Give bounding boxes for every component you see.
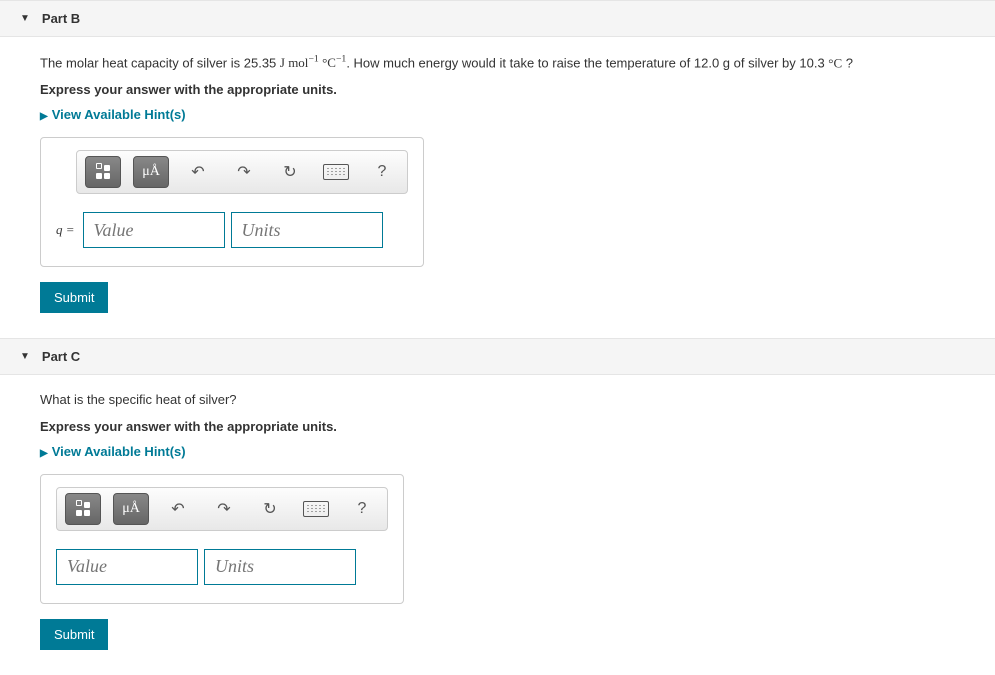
units-symbol: μÅ (142, 164, 160, 180)
keyboard-icon (323, 164, 349, 180)
collapse-triangle-icon: ▼ (20, 13, 30, 24)
unit-1: J mol−1 °C−1 (280, 55, 346, 70)
reset-button[interactable]: ↻ (273, 157, 307, 187)
keyboard-button[interactable] (319, 157, 353, 187)
units-symbol: μÅ (122, 501, 140, 517)
answer-box: μÅ ↶ ↷ ↻ ? q = (40, 137, 424, 267)
reset-icon: ↻ (263, 499, 276, 519)
part-body: What is the specific heat of silver? Exp… (0, 390, 995, 675)
units-input[interactable] (204, 549, 356, 585)
instruction: Express your answer with the appropriate… (40, 419, 975, 434)
view-hints-link[interactable]: ▶ View Available Hint(s) (40, 107, 186, 122)
undo-button[interactable]: ↶ (161, 494, 195, 524)
value-input[interactable] (56, 549, 198, 585)
undo-button[interactable]: ↶ (181, 157, 215, 187)
chevron-right-icon: ▶ (40, 448, 48, 459)
input-row (56, 549, 388, 585)
reset-button[interactable]: ↻ (253, 494, 287, 524)
answer-box: μÅ ↶ ↷ ↻ ? (40, 474, 404, 604)
chevron-right-icon: ▶ (40, 111, 48, 122)
hints-label: View Available Hint(s) (52, 107, 186, 122)
template-icon (96, 165, 110, 179)
formula-toolbar: μÅ ↶ ↷ ↻ ? (56, 487, 388, 531)
part-title: Part C (42, 349, 80, 364)
part-header[interactable]: ▼ Part C (0, 338, 995, 375)
answer-prefix: q = (56, 222, 75, 238)
question-text: The molar heat capacity of silver is 25.… (40, 52, 975, 74)
redo-icon: ↷ (237, 162, 250, 182)
input-row: q = (56, 212, 408, 248)
redo-icon: ↷ (217, 499, 230, 519)
undo-icon: ↶ (191, 162, 204, 182)
submit-button[interactable]: Submit (40, 282, 108, 313)
template-button[interactable] (85, 156, 121, 188)
redo-button[interactable]: ↷ (227, 157, 261, 187)
units-input[interactable] (231, 212, 383, 248)
undo-icon: ↶ (171, 499, 184, 519)
hints-label: View Available Hint(s) (52, 444, 186, 459)
reset-icon: ↻ (283, 162, 296, 182)
value-input[interactable] (83, 212, 225, 248)
view-hints-link[interactable]: ▶ View Available Hint(s) (40, 444, 186, 459)
help-icon: ? (358, 500, 367, 518)
unit-2: °C (828, 55, 842, 70)
keyboard-button[interactable] (299, 494, 333, 524)
part-title: Part B (42, 11, 80, 26)
instruction: Express your answer with the appropriate… (40, 82, 975, 97)
question-text: What is the specific heat of silver? (40, 390, 975, 411)
keyboard-icon (303, 501, 329, 517)
units-picker-button[interactable]: μÅ (133, 156, 169, 188)
q-end: ? (842, 55, 853, 70)
redo-button[interactable]: ↷ (207, 494, 241, 524)
formula-toolbar: μÅ ↶ ↷ ↻ ? (76, 150, 408, 194)
help-button[interactable]: ? (365, 157, 399, 187)
help-button[interactable]: ? (345, 494, 379, 524)
part-header[interactable]: ▼ Part B (0, 0, 995, 37)
submit-button[interactable]: Submit (40, 619, 108, 650)
q-pre: The molar heat capacity of silver is 25.… (40, 55, 280, 70)
part-body: The molar heat capacity of silver is 25.… (0, 52, 995, 338)
units-picker-button[interactable]: μÅ (113, 493, 149, 525)
collapse-triangle-icon: ▼ (20, 351, 30, 362)
template-icon (76, 502, 90, 516)
help-icon: ? (378, 163, 387, 181)
template-button[interactable] (65, 493, 101, 525)
q-mid: . How much energy would it take to raise… (346, 55, 828, 70)
